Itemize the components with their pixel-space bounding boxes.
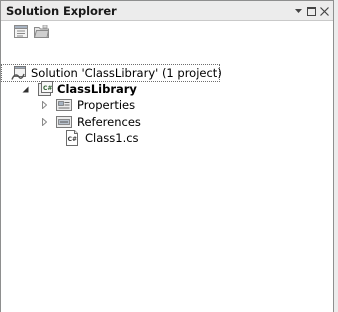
solution-label: Solution 'ClassLibrary' (1 project) xyxy=(31,66,222,80)
solution-explorer-panel: Solution Explorer Solution 'ClassLibrary… xyxy=(0,0,334,312)
tree-item-references[interactable]: References xyxy=(39,114,141,130)
collapse-arrow-icon[interactable] xyxy=(20,84,30,94)
project-label: ClassLibrary xyxy=(57,82,137,96)
properties-folder-icon xyxy=(56,97,72,113)
close-icon[interactable] xyxy=(319,5,329,17)
svg-text:C#: C# xyxy=(43,85,52,92)
window-restore-icon[interactable] xyxy=(306,5,316,17)
tree-item-solution[interactable]: Solution 'ClassLibrary' (1 project) xyxy=(1,64,222,82)
dropdown-arrow-icon[interactable] xyxy=(293,5,303,17)
tree-item-label: References xyxy=(77,115,141,129)
tree-item-class1[interactable]: C# Class1.cs xyxy=(64,130,139,146)
solution-icon xyxy=(11,65,27,81)
title-controls xyxy=(293,3,329,19)
csharp-project-icon: C# xyxy=(37,81,53,97)
panel-title: Solution Explorer xyxy=(6,4,117,18)
panel-right-edge xyxy=(334,0,338,312)
show-all-files-button[interactable] xyxy=(32,24,50,42)
tree-item-project[interactable]: C# ClassLibrary xyxy=(20,81,137,97)
expand-arrow-icon[interactable] xyxy=(39,117,49,127)
properties-button[interactable] xyxy=(12,24,30,42)
tree-item-label: Class1.cs xyxy=(85,131,139,145)
csharp-file-icon: C# xyxy=(64,130,80,146)
tree-item-properties[interactable]: Properties xyxy=(39,97,135,113)
panel-title-bar[interactable]: Solution Explorer xyxy=(1,1,333,21)
panel-toolbar xyxy=(1,21,333,46)
svg-text:C#: C# xyxy=(68,136,77,143)
properties-icon xyxy=(14,25,28,41)
tree-item-label: Properties xyxy=(77,98,136,112)
references-folder-icon xyxy=(56,114,72,130)
folder-icon xyxy=(33,24,49,41)
expand-arrow-icon[interactable] xyxy=(39,100,49,110)
